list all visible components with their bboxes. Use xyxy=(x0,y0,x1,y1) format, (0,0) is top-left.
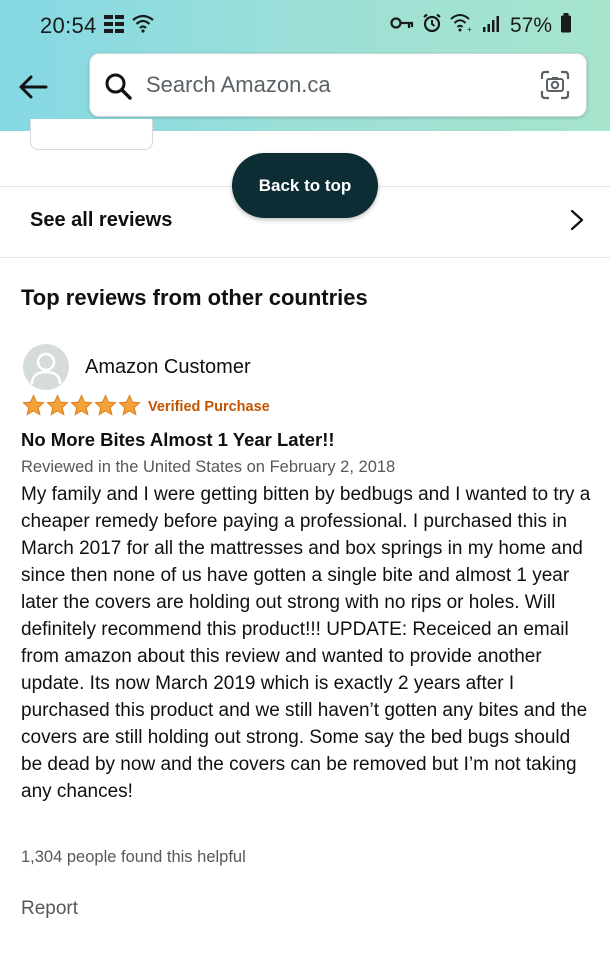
report-link[interactable]: Report xyxy=(21,898,78,920)
review-body: My family and I were getting bitten by b… xyxy=(21,484,591,802)
chevron-right-icon xyxy=(570,209,584,231)
reviews-content: See all reviews Back to top Top reviews … xyxy=(0,119,610,958)
search-icon xyxy=(104,72,132,100)
star-icon xyxy=(22,394,45,416)
alarm-icon xyxy=(422,13,442,38)
divider xyxy=(0,257,610,258)
reviewer-name: Amazon Customer xyxy=(85,356,251,378)
review-date: Reviewed in the United States on Februar… xyxy=(21,458,396,476)
helpful-count: 1,304 people found this helpful xyxy=(21,848,246,866)
signal-icon xyxy=(482,14,502,37)
status-bar: 20:54 + 57% xyxy=(0,0,610,50)
battery-percent: 57% xyxy=(509,13,552,37)
see-all-reviews-label: See all reviews xyxy=(30,209,173,231)
section-heading: Top reviews from other countries xyxy=(21,285,368,310)
avatar xyxy=(23,344,69,390)
status-left-icons xyxy=(104,14,154,39)
wifi-calling-icon: + xyxy=(450,13,474,38)
star-icon xyxy=(70,394,93,416)
top-header: 20:54 + 57% Search Amazon.ca xyxy=(0,0,610,131)
star-icon xyxy=(118,394,141,416)
status-time: 20:54 xyxy=(40,13,97,38)
star-rating xyxy=(22,394,141,417)
search-input[interactable]: Search Amazon.ca xyxy=(89,53,587,117)
key-icon xyxy=(390,16,414,35)
back-to-top-button[interactable]: Back to top xyxy=(232,153,378,218)
svg-text:+: + xyxy=(467,25,472,33)
star-icon xyxy=(94,394,117,416)
status-right-icons: + 57% xyxy=(390,13,572,38)
star-icon xyxy=(46,394,69,416)
camera-icon[interactable] xyxy=(540,70,570,100)
back-arrow-icon[interactable] xyxy=(16,70,50,104)
grid-icon xyxy=(104,15,124,38)
search-placeholder: Search Amazon.ca xyxy=(146,72,331,97)
battery-icon xyxy=(560,13,572,38)
verified-purchase-badge: Verified Purchase xyxy=(148,399,270,415)
wifi-icon xyxy=(132,14,154,39)
review-title: No More Bites Almost 1 Year Later!! xyxy=(21,429,335,450)
partial-button[interactable] xyxy=(30,119,153,150)
